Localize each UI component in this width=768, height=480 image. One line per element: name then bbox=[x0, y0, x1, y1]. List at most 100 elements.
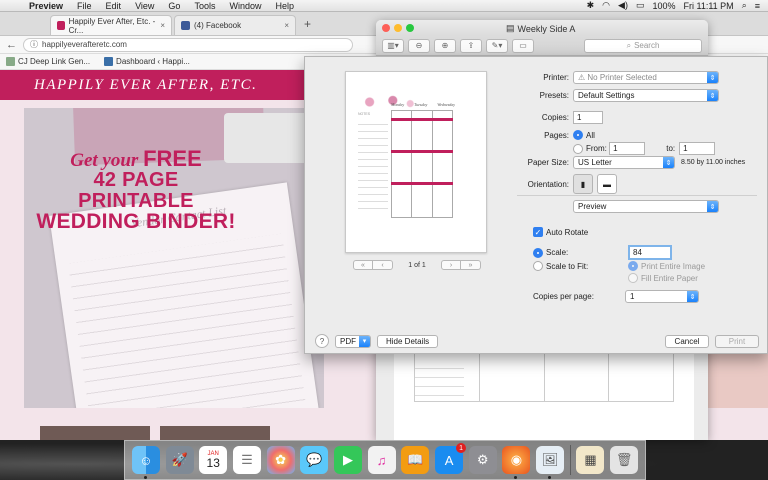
menu-clock[interactable]: Fri 11:11 PM bbox=[684, 1, 734, 11]
finder-icon[interactable]: ☺ bbox=[131, 446, 160, 479]
downloads-stack-icon[interactable]: ▦ bbox=[576, 446, 605, 474]
wifi-icon[interactable]: ◠ bbox=[602, 0, 610, 11]
section-value: Preview bbox=[578, 202, 607, 211]
zoom-window-icon[interactable] bbox=[406, 24, 414, 32]
pages-all-radio[interactable] bbox=[573, 130, 583, 140]
pages-from-field[interactable]: 1 bbox=[609, 142, 646, 155]
print-entire-image-radio[interactable] bbox=[628, 261, 638, 271]
info-icon[interactable]: ⓘ bbox=[30, 39, 38, 50]
search-field[interactable]: ⌕ Search bbox=[584, 38, 702, 53]
copies-field[interactable]: 1 bbox=[573, 111, 603, 124]
post-thumbnail[interactable] bbox=[160, 426, 270, 440]
share-icon[interactable]: ⇪ bbox=[460, 38, 482, 53]
url-bar[interactable]: ⓘ happilyeverafteretc.com bbox=[23, 37, 353, 52]
pdf-label: PDF bbox=[340, 336, 356, 346]
firefox-icon[interactable]: ◉ bbox=[502, 446, 531, 479]
chevron-updown-icon: ⇕ bbox=[663, 157, 674, 168]
volume-icon[interactable]: ◀) bbox=[618, 0, 628, 11]
preview-col-head: Monday bbox=[391, 102, 405, 107]
minimize-window-icon[interactable] bbox=[394, 24, 402, 32]
menu-tools[interactable]: Tools bbox=[187, 1, 222, 11]
cancel-button[interactable]: Cancel bbox=[665, 334, 709, 348]
paper-size-select[interactable]: US Letter ⇕ bbox=[573, 156, 675, 169]
app-store-icon[interactable]: A1 bbox=[435, 443, 467, 474]
hero-image[interactable]: Vendor Contact List Get your FREE 42 PAG… bbox=[24, 108, 324, 408]
scale-field[interactable]: 84 bbox=[628, 245, 672, 260]
menu-edit[interactable]: Edit bbox=[99, 1, 129, 11]
launchpad-icon[interactable]: 🚀 bbox=[165, 446, 194, 474]
presets-select[interactable]: Default Settings ⇕ bbox=[573, 89, 719, 102]
section-select[interactable]: Preview ⇕ bbox=[573, 200, 719, 213]
scale-radio[interactable] bbox=[533, 247, 543, 258]
copies-per-page-value: 1 bbox=[630, 292, 635, 301]
hide-details-button[interactable]: Hide Details bbox=[377, 334, 439, 348]
help-button[interactable]: ? bbox=[315, 334, 329, 348]
markup-pen-icon[interactable]: ✎▾ bbox=[486, 38, 508, 53]
annotate-icon[interactable]: ▭ bbox=[512, 38, 534, 53]
preview-icon[interactable]: 🖼 bbox=[536, 446, 565, 479]
print-button[interactable]: Print bbox=[715, 334, 759, 348]
bookmark-cj-deep-link[interactable]: CJ Deep Link Gen... bbox=[6, 57, 90, 66]
new-tab-button[interactable]: + bbox=[304, 17, 311, 31]
menu-view[interactable]: View bbox=[128, 1, 161, 11]
trash-icon[interactable]: 🗑 bbox=[610, 446, 639, 474]
battery-icon[interactable]: ▭ bbox=[636, 0, 645, 11]
zoom-out-icon[interactable]: ⊖ bbox=[408, 38, 430, 53]
site-favicon-icon bbox=[57, 21, 65, 30]
document-page[interactable] bbox=[394, 350, 694, 440]
scale-to-fit-radio[interactable] bbox=[533, 261, 543, 271]
portrait-orientation-icon[interactable]: ▮ bbox=[573, 174, 593, 194]
preview-pink-band bbox=[391, 118, 453, 121]
close-tab-icon[interactable]: × bbox=[284, 21, 289, 30]
copies-per-page-select[interactable]: 1 ⇕ bbox=[625, 290, 699, 303]
sidebar-toggle-icon[interactable]: ▥▾ bbox=[382, 38, 404, 53]
print-dialog: Monday Tuesday Wednesday NOTES « ‹ 1 of … bbox=[304, 56, 768, 354]
auto-rotate-checkbox[interactable]: ✓ bbox=[533, 227, 543, 237]
menu-help[interactable]: Help bbox=[268, 1, 301, 11]
paper-size-label: Paper Size: bbox=[527, 158, 569, 167]
post-thumbnail[interactable] bbox=[40, 426, 150, 440]
calendar-icon[interactable]: JAN 13 bbox=[199, 446, 228, 474]
notification-center-icon[interactable]: ≡ bbox=[755, 1, 760, 11]
bluetooth-icon[interactable]: ✱ bbox=[587, 0, 595, 11]
divider bbox=[517, 195, 757, 196]
tab-facebook[interactable]: (4) Facebook × bbox=[174, 15, 296, 35]
close-tab-icon[interactable]: × bbox=[160, 21, 165, 30]
preview-grid bbox=[391, 110, 453, 218]
bookmark-dashboard[interactable]: Dashboard ‹ Happi... bbox=[104, 57, 190, 66]
zoom-in-icon[interactable]: ⊕ bbox=[434, 38, 456, 53]
pdf-menu-button[interactable]: PDF ▾ bbox=[335, 334, 371, 348]
spotlight-icon[interactable]: ⌕ bbox=[742, 0, 747, 11]
menu-app-name[interactable]: Preview bbox=[22, 1, 70, 11]
menu-go[interactable]: Go bbox=[161, 1, 187, 11]
hero-line-3: WEDDING BINDER! bbox=[36, 210, 236, 234]
prev-page-button[interactable]: ‹ bbox=[373, 260, 393, 270]
hero-script-text: Get your bbox=[70, 150, 139, 171]
pages-from-radio[interactable] bbox=[573, 143, 583, 154]
close-window-icon[interactable] bbox=[382, 24, 390, 32]
itunes-icon[interactable]: ♫ bbox=[367, 446, 396, 474]
fill-entire-paper-radio[interactable] bbox=[628, 273, 638, 283]
last-page-button[interactable]: » bbox=[460, 260, 481, 270]
tab-happily-ever-after[interactable]: Happily Ever After, Etc. - Cr... × bbox=[50, 15, 172, 35]
back-arrow-icon[interactable]: ← bbox=[6, 39, 17, 51]
next-page-button[interactable]: › bbox=[440, 260, 461, 270]
calendar-day: 13 bbox=[206, 456, 220, 470]
pages-to-field[interactable]: 1 bbox=[679, 142, 716, 155]
preview-pink-band bbox=[391, 182, 453, 185]
messages-icon[interactable]: 💬 bbox=[300, 446, 329, 474]
menu-file[interactable]: File bbox=[70, 1, 99, 11]
bookmark-icon bbox=[104, 57, 114, 66]
reminders-icon[interactable]: ☰ bbox=[232, 446, 261, 474]
facetime-icon[interactable]: ▶ bbox=[333, 446, 362, 474]
first-page-button[interactable]: « bbox=[353, 260, 373, 270]
system-preferences-icon[interactable]: ⚙ bbox=[468, 446, 497, 474]
dock: ☺ 🚀 JAN 13 ☰ ✿ 💬 ▶ ♫ 📖 A1 ⚙ ◉ 🖼 ▦ 🗑 bbox=[124, 440, 646, 480]
printer-select[interactable]: ⚠ No Printer Selected ⇕ bbox=[573, 71, 719, 84]
landscape-orientation-icon[interactable]: ▬ bbox=[597, 174, 617, 194]
page-navigator: « ‹ 1 of 1 › » bbox=[353, 259, 481, 271]
menu-window[interactable]: Window bbox=[222, 1, 268, 11]
photos-icon[interactable]: ✿ bbox=[266, 446, 295, 474]
chevron-down-icon: ▾ bbox=[359, 335, 370, 347]
ibooks-icon[interactable]: 📖 bbox=[401, 446, 430, 474]
